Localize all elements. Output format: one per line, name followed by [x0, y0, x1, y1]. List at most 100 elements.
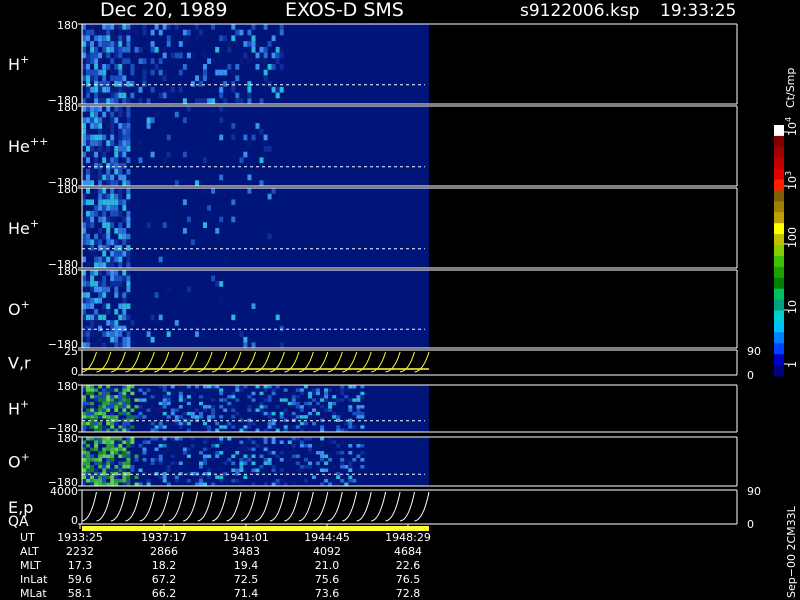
spectrogram-cell: [106, 199, 111, 206]
spectrogram-cell: [126, 465, 131, 469]
spectrogram-cell: [126, 286, 131, 293]
spectrogram-cell: [279, 64, 284, 70]
spectrogram-cell: [118, 92, 123, 99]
spectrogram-cell: [98, 239, 103, 246]
spectrogram-cell: [142, 69, 147, 76]
spectrogram-cell: [110, 411, 115, 416]
spectrogram-cell: [291, 391, 296, 396]
spectrogram-cell: [320, 468, 325, 472]
spectrogram-cell: [142, 437, 147, 441]
spectrogram-cell: [118, 336, 123, 343]
spectrogram-cell: [340, 451, 345, 455]
spectrogram-cell: [324, 395, 329, 399]
spectrogram-cell: [146, 222, 151, 228]
spectrogram-cell: [102, 388, 107, 392]
spectrogram-cell: [247, 98, 252, 104]
spectrogram-cell: [178, 81, 183, 87]
spectrogram-cell: [98, 408, 103, 412]
spectrogram-cell: [82, 106, 86, 112]
spectrogram-cell: [219, 415, 224, 419]
spectrogram-cell: [90, 411, 95, 416]
spectrogram-cell: [102, 275, 107, 282]
spectrogram-cell: [118, 64, 123, 70]
spectrogram-cell: [195, 81, 199, 87]
spectrogram-cell: [142, 440, 147, 444]
spectrogram-cell: [122, 408, 127, 412]
spectrogram-cell: [98, 151, 103, 158]
spectrogram-cell: [110, 425, 115, 429]
spectrogram-cell: [98, 210, 103, 217]
spectrogram-cell: [295, 405, 300, 409]
spectrogram-cell: [328, 388, 333, 392]
spectrogram-cell: [348, 425, 353, 429]
spectrogram-cell: [114, 270, 119, 276]
spectrogram-cell: [102, 401, 107, 406]
spectrogram-cell: [118, 46, 123, 53]
spectrogram-cell: [126, 210, 131, 217]
spectrogram-cell: [126, 245, 131, 251]
spectrogram-cell: [166, 415, 171, 419]
spectrogram-cell: [126, 250, 131, 257]
spectrogram-cell: [110, 331, 115, 337]
spectrogram-cell: [98, 146, 103, 152]
spectrogram-cell: [106, 408, 111, 412]
spectrogram-cell: [98, 415, 103, 419]
spectrogram-cell: [259, 46, 264, 53]
spectrogram-cell: [122, 468, 127, 472]
spectrogram-cell: [118, 75, 123, 82]
spectrogram-cell: [114, 286, 119, 293]
exos-d-sms-plot: Dec 20, 1989 EXOS-D SMS s9122006.ksp 19:…: [0, 0, 800, 600]
spectrogram-cell: [114, 292, 119, 298]
colorbar-swatch: [774, 321, 784, 333]
spectrogram-cell: [219, 297, 224, 304]
spectrogram-cell: [203, 437, 207, 441]
spectrogram-cell: [118, 256, 123, 263]
spectrogram-cell: [106, 292, 111, 298]
spectrogram-cell: [352, 411, 357, 416]
spectrogram-cell: [110, 395, 115, 399]
spectrogram-cell: [267, 415, 272, 419]
spectrogram-cell: [267, 64, 272, 70]
spectrogram-cell: [203, 440, 207, 444]
spectrogram-cell: [239, 468, 244, 472]
spectrogram-cell: [166, 475, 171, 479]
spectrogram-cell: [195, 24, 199, 30]
ephemeris-label-inlat: InLat: [20, 573, 48, 586]
spectrogram-cell: [102, 98, 107, 104]
spectrogram-cell: [146, 479, 151, 483]
spectrogram-cell: [106, 454, 111, 458]
spectrogram-cell: [295, 437, 300, 441]
spectrogram-cell: [98, 35, 103, 42]
spectrogram-cell: [122, 35, 127, 42]
spectrogram-cell: [122, 233, 127, 240]
spectrogram-cell: [352, 398, 357, 402]
spectrogram-cell: [102, 151, 107, 158]
spectrogram-cell: [312, 405, 316, 409]
spectrogram-cell: [102, 475, 107, 479]
spectrogram-cell: [126, 111, 131, 118]
spectrogram-cell: [90, 29, 95, 36]
spectrogram-cell: [336, 444, 341, 448]
spectrogram-cell: [259, 401, 264, 406]
spectrogram-cell: [243, 41, 248, 47]
spectrogram-cell: [114, 24, 119, 30]
spectrogram-cell: [114, 421, 119, 426]
spectrogram-cell: [86, 210, 90, 217]
spectrogram-cell: [130, 437, 135, 441]
spectrogram-cell: [94, 440, 99, 444]
spectrogram-cell: [174, 408, 179, 412]
spectrogram-cell: [86, 444, 90, 448]
spectrogram-cell: [110, 128, 115, 135]
spectrogram-cell: [82, 286, 86, 293]
colorbar-swatch: [774, 212, 784, 224]
spectrogram-cell: [126, 454, 131, 458]
spectrogram-cell: [126, 444, 131, 448]
spectrogram-cell: [122, 81, 127, 87]
spectrogram-cell: [215, 428, 220, 432]
spectrogram-cell: [110, 325, 115, 332]
spectrogram-cell: [106, 193, 111, 200]
spectrogram-cell: [126, 421, 131, 426]
spectrogram-cell: [320, 454, 325, 458]
spectrogram-cell: [207, 415, 212, 419]
colorbar-swatch: [774, 146, 784, 159]
